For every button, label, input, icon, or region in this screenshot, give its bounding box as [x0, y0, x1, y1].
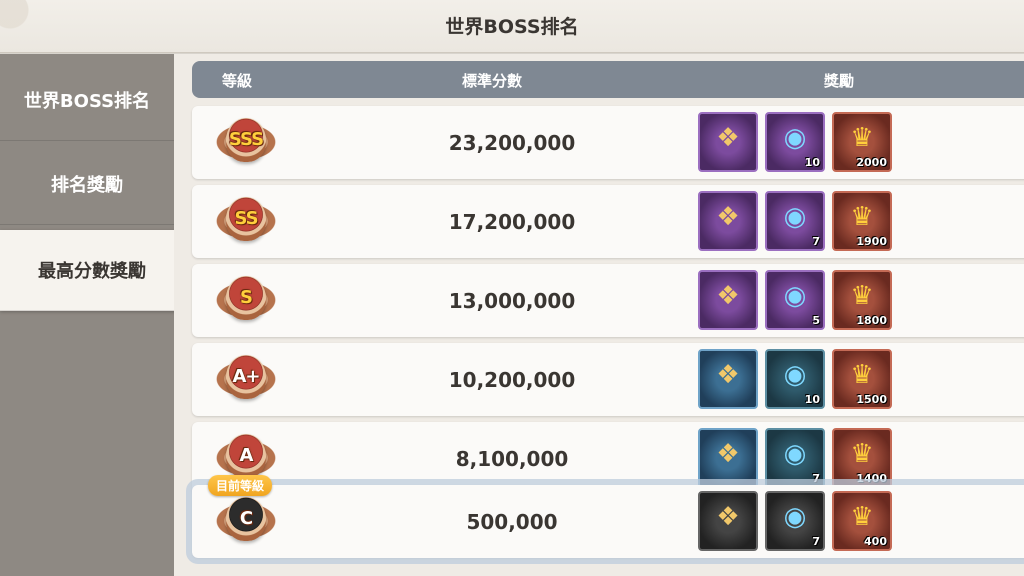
reward-item-crystal-orb[interactable]: ◉ 7	[765, 491, 825, 551]
header-rank: 等級	[222, 72, 253, 90]
reward-count: 7	[812, 472, 820, 485]
reward-item-gold-crest[interactable]: ♛ 2000	[832, 112, 892, 172]
reward-table: 等級 標準分數 獎勵 SSS 23,200,000 ❖ ◉ 10 ♛ 2000 SS 17,20…	[174, 54, 1024, 576]
rank-emblem-icon: S	[212, 270, 280, 330]
sidebar: 世界BOSS排名 排名獎勵 最高分數獎勵	[0, 54, 184, 576]
reward-count: 5	[812, 314, 820, 327]
mystery-box-icon: ❖	[716, 202, 740, 232]
reward-item-crystal-orb[interactable]: ◉ 7	[765, 191, 825, 251]
reward-count: 1400	[856, 472, 887, 485]
reward-item-mystery-box[interactable]: ❖	[698, 191, 758, 251]
reward-item-gold-crest[interactable]: ♛ 400	[832, 491, 892, 551]
reward-count: 2000	[856, 156, 887, 169]
reward-count: 1900	[856, 235, 887, 248]
crystal-orb-icon: ◉	[783, 439, 807, 469]
mystery-box-icon: ❖	[716, 123, 740, 153]
gold-crest-icon: ♛	[850, 502, 874, 532]
gold-crest-icon: ♛	[850, 123, 874, 153]
reward-item-gold-crest[interactable]: ♛ 1800	[832, 270, 892, 330]
table-header: 等級 標準分數 獎勵	[192, 61, 1024, 98]
table-row: A+ 10,200,000 ❖ ◉ 10 ♛ 1500	[192, 343, 1024, 416]
score-value: 23,200,000	[448, 130, 576, 155]
rank-emblem-icon: A+	[212, 349, 280, 409]
page-title: 世界BOSS排名	[445, 16, 579, 38]
rank-emblem-icon: C	[212, 491, 280, 551]
rank-grade-label: SS	[234, 208, 258, 229]
reward-item-gold-crest[interactable]: ♛ 1900	[832, 191, 892, 251]
reward-item-crystal-orb[interactable]: ◉ 7	[765, 428, 825, 488]
table-row: S 13,000,000 ❖ ◉ 5 ♛ 1800	[192, 264, 1024, 337]
rank-grade-label: SSS	[228, 129, 264, 150]
current-rank-badge: 目前等級	[208, 475, 273, 496]
mystery-box-icon: ❖	[716, 360, 740, 390]
gold-crest-icon: ♛	[850, 281, 874, 311]
crystal-orb-icon: ◉	[783, 202, 807, 232]
sidebar-item-ranking-rewards[interactable]: 排名獎勵	[0, 144, 174, 225]
table-row-current: C 目前等級 500,000 ❖ ◉ 7 ♛ 400	[186, 475, 1024, 564]
reward-item-mystery-box[interactable]: ❖	[698, 270, 758, 330]
sidebar-item-high-score-rewards[interactable]: 最高分數獎勵	[0, 230, 184, 311]
reward-count: 1800	[856, 314, 887, 327]
mystery-box-icon: ❖	[716, 439, 740, 469]
table-row: SSS 23,200,000 ❖ ◉ 10 ♛ 2000	[192, 106, 1024, 179]
rank-grade-label: A+	[232, 366, 260, 387]
reward-item-crystal-orb[interactable]: ◉ 10	[765, 349, 825, 409]
reward-count: 7	[812, 235, 820, 248]
gold-crest-icon: ♛	[850, 360, 874, 390]
reward-count: 10	[804, 393, 820, 406]
crystal-orb-icon: ◉	[783, 281, 807, 311]
reward-item-mystery-box[interactable]: ❖	[698, 349, 758, 409]
gold-crest-icon: ♛	[850, 439, 874, 469]
mystery-box-icon: ❖	[716, 502, 740, 532]
crystal-orb-icon: ◉	[783, 360, 807, 390]
crystal-orb-icon: ◉	[783, 123, 807, 153]
score-value: 17,200,000	[448, 209, 576, 234]
reward-item-crystal-orb[interactable]: ◉ 10	[765, 112, 825, 172]
rank-grade-label: A	[239, 445, 254, 466]
table-row: SS 17,200,000 ❖ ◉ 7 ♛ 1900	[192, 185, 1024, 258]
reward-count: 1500	[856, 393, 887, 406]
header-reward: 獎勵	[824, 72, 855, 90]
reward-count: 7	[812, 535, 820, 548]
header-score: 標準分數	[462, 72, 523, 90]
reward-item-crystal-orb[interactable]: ◉ 5	[765, 270, 825, 330]
reward-item-mystery-box[interactable]: ❖	[698, 428, 758, 488]
rank-grade-label: S	[240, 287, 253, 308]
reward-count: 400	[864, 535, 887, 548]
sidebar-item-world-boss-ranking[interactable]: 世界BOSS排名	[0, 60, 174, 141]
reward-count: 10	[804, 156, 820, 169]
score-value: 10,200,000	[448, 367, 576, 392]
reward-item-mystery-box[interactable]: ❖	[698, 491, 758, 551]
reward-item-gold-crest[interactable]: ♛ 1400	[832, 428, 892, 488]
score-value: 500,000	[466, 509, 558, 534]
reward-item-mystery-box[interactable]: ❖	[698, 112, 758, 172]
rank-emblem-icon: SSS	[212, 112, 280, 172]
rank-grade-label: C	[239, 508, 253, 529]
score-value: 13,000,000	[448, 288, 576, 313]
title-bar: 世界BOSS排名	[0, 0, 1024, 53]
gold-crest-icon: ♛	[850, 202, 874, 232]
crystal-orb-icon: ◉	[783, 502, 807, 532]
rank-emblem-icon: SS	[212, 191, 280, 251]
reward-item-gold-crest[interactable]: ♛ 1500	[832, 349, 892, 409]
mystery-box-icon: ❖	[716, 281, 740, 311]
